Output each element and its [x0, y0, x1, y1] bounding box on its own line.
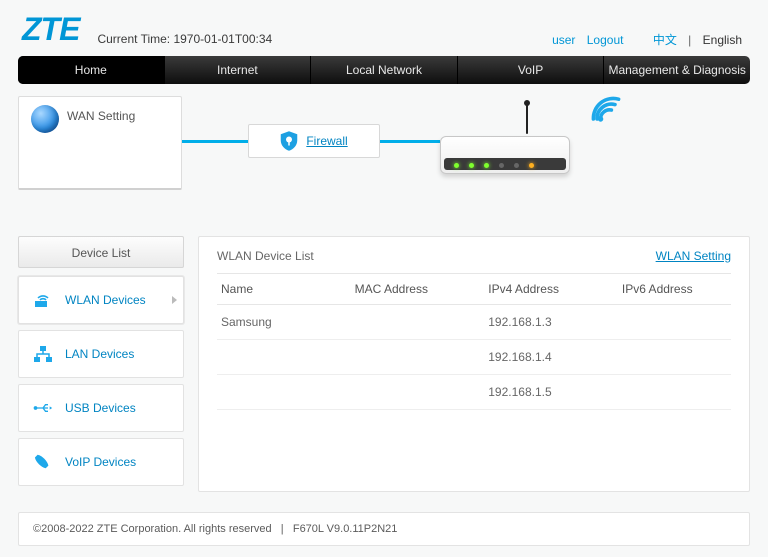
lang-zh-link[interactable]: 中文	[653, 33, 677, 47]
copyright-text: ©2008-2022 ZTE Corporation. All rights r…	[33, 523, 272, 535]
col-name: Name	[217, 274, 351, 305]
sidebar-item-label: WLAN Devices	[65, 293, 146, 307]
shield-icon	[280, 131, 298, 151]
brand-logo: ZTE	[22, 11, 79, 48]
wifi-small-icon	[33, 291, 53, 309]
footer: ©2008-2022 ZTE Corporation. All rights r…	[18, 512, 750, 546]
sidebar-item-lan-devices[interactable]: LAN Devices	[18, 330, 184, 378]
usb-icon	[33, 399, 53, 417]
topology-panel: WAN Setting Firewall	[18, 96, 750, 206]
cell-mac	[351, 305, 485, 340]
sidebar-item-wlan-devices[interactable]: WLAN Devices	[18, 276, 184, 324]
cell-name: Samsung	[217, 305, 351, 340]
version-text: F670L V9.0.11P2N21	[293, 523, 398, 535]
nav-management[interactable]: Management & Diagnosis	[604, 56, 750, 84]
phone-icon	[33, 453, 53, 471]
firewall-link[interactable]: Firewall	[306, 134, 347, 148]
router-graphic	[440, 106, 570, 180]
user-link[interactable]: user	[552, 33, 575, 47]
device-list-sidebar: Device List WLAN Devices LAN Devices USB…	[18, 236, 184, 492]
cell-name	[217, 340, 351, 375]
wifi-icon	[588, 92, 624, 128]
separator: |	[688, 33, 691, 47]
cell-name	[217, 375, 351, 410]
lang-en-label: English	[703, 33, 742, 47]
cell-ipv4: 192.168.1.3	[484, 305, 618, 340]
col-ipv4: IPv4 Address	[484, 274, 618, 305]
sidebar-item-label: VoIP Devices	[65, 455, 136, 469]
current-time: Current Time: 1970-01-01T00:34	[97, 32, 272, 52]
device-table: Name MAC Address IPv4 Address IPv6 Addre…	[217, 273, 731, 410]
connector-line	[380, 140, 440, 143]
wlan-device-list-panel: WLAN Device List WLAN Setting Name MAC A…	[198, 236, 750, 492]
table-row: Samsung 192.168.1.3	[217, 305, 731, 340]
cell-ipv6	[618, 375, 731, 410]
top-right-links: user Logout 中文 | English	[548, 31, 746, 48]
globe-icon	[31, 105, 59, 133]
nav-local-network[interactable]: Local Network	[311, 56, 458, 84]
connector-line	[182, 140, 248, 143]
chevron-right-icon	[172, 296, 177, 304]
col-ipv6: IPv6 Address	[618, 274, 731, 305]
nav-internet[interactable]: Internet	[165, 56, 312, 84]
cell-mac	[351, 375, 485, 410]
sidebar-item-voip-devices[interactable]: VoIP Devices	[18, 438, 184, 486]
cell-ipv6	[618, 305, 731, 340]
sidebar-item-label: LAN Devices	[65, 347, 134, 361]
panel-title: WLAN Device List	[217, 249, 314, 263]
firewall-card[interactable]: Firewall	[248, 124, 380, 158]
sidebar-header: Device List	[18, 236, 184, 268]
separator	[635, 33, 642, 47]
separator: |	[275, 523, 290, 535]
wlan-setting-link[interactable]: WLAN Setting	[656, 249, 731, 263]
sidebar-item-label: USB Devices	[65, 401, 136, 415]
logout-link[interactable]: Logout	[587, 33, 624, 47]
antenna-icon	[526, 104, 528, 134]
wan-setting-card[interactable]: WAN Setting	[18, 96, 182, 190]
table-row: 192.168.1.4	[217, 340, 731, 375]
sidebar-item-usb-devices[interactable]: USB Devices	[18, 384, 184, 432]
cell-ipv6	[618, 340, 731, 375]
main-nav: Home Internet Local Network VoIP Managem…	[18, 56, 750, 84]
cell-ipv4: 192.168.1.4	[484, 340, 618, 375]
wan-setting-label: WAN Setting	[67, 107, 135, 123]
cell-ipv4: 192.168.1.5	[484, 375, 618, 410]
table-row: 192.168.1.5	[217, 375, 731, 410]
lan-icon	[33, 345, 53, 363]
nav-voip[interactable]: VoIP	[458, 56, 605, 84]
cell-mac	[351, 340, 485, 375]
router-leds	[454, 163, 534, 168]
nav-home[interactable]: Home	[18, 56, 165, 84]
col-mac: MAC Address	[351, 274, 485, 305]
